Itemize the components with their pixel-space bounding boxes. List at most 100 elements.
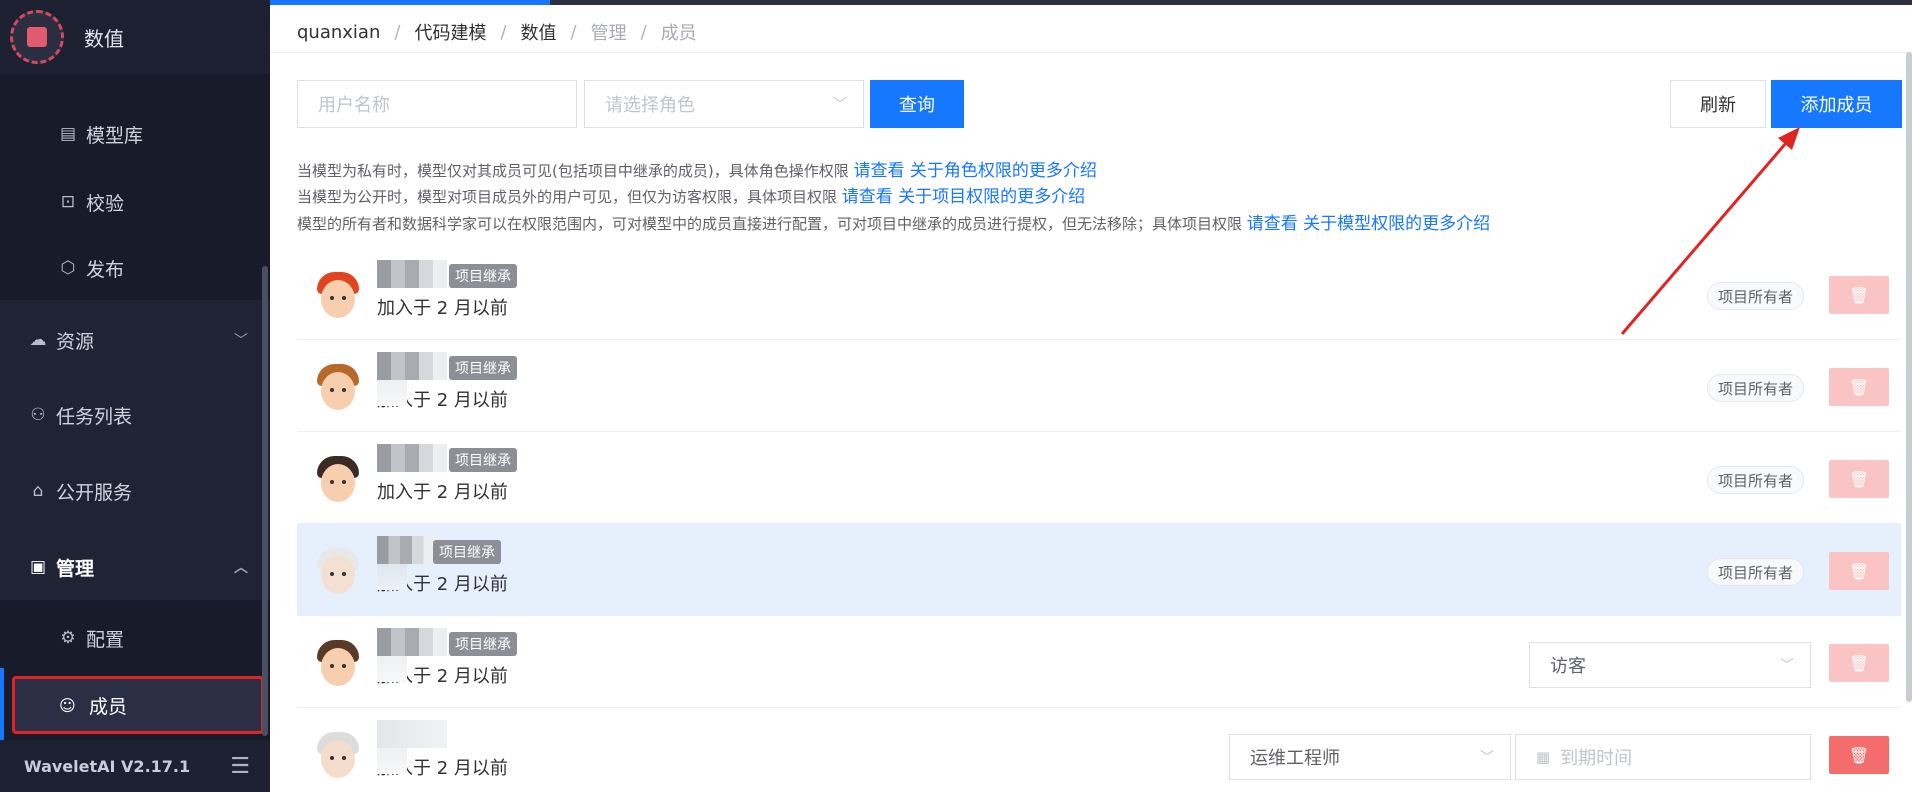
- sidebar-item-label: 成员: [89, 695, 128, 718]
- avatar: [311, 726, 365, 784]
- sidebar-item-resources[interactable]: ☁ 资源 ﹀: [0, 305, 262, 375]
- sidebar-item-public-services[interactable]: ⌂ 公开服务: [0, 456, 262, 526]
- sidebar-scrollbar[interactable]: [262, 266, 268, 736]
- sidebar-item-model-library[interactable]: ▤ 模型库: [0, 104, 262, 164]
- delete-button[interactable]: 🗑: [1829, 368, 1889, 406]
- sidebar-item-label: 公开服务: [56, 481, 133, 504]
- blurred-username: [377, 628, 447, 656]
- sidebar-item-label: 任务列表: [56, 405, 133, 428]
- avatar: [311, 358, 365, 416]
- main-scrollbar[interactable]: [1906, 52, 1912, 702]
- sidebar-item-label: 发布: [86, 258, 125, 281]
- sidebar-item-tasks[interactable]: ⚇ 任务列表: [0, 380, 262, 450]
- chevron-down-icon: ﹀: [1480, 750, 1494, 766]
- inherited-badge: 项目继承: [433, 540, 501, 564]
- top-bar: [270, 0, 1912, 5]
- app-logo: [10, 10, 64, 64]
- notice-text: 当模型为私有时，模型仅对其成员可见(包括项目中继承的成员)，具体角色操作权限: [297, 162, 854, 180]
- role-dropdown-value: 访客: [1550, 656, 1586, 677]
- trash-icon: 🗑: [1848, 469, 1870, 489]
- breadcrumb-item[interactable]: quanxian: [297, 22, 380, 43]
- table-row: 加入于 2 月以前 运维工程师 ﹀ ▦ 到期时间 🗑: [297, 708, 1901, 792]
- project-permission-link[interactable]: 请查看 关于项目权限的更多介绍: [842, 187, 1085, 207]
- breadcrumb-item[interactable]: 数值: [521, 19, 557, 45]
- chevron-down-icon: ﹀: [833, 97, 847, 113]
- trash-icon: 🗑: [1848, 561, 1870, 581]
- role-tag: 项目所有者: [1707, 466, 1805, 494]
- breadcrumb: quanxian / 代码建模 / 数值 / 管理 / 成员: [297, 18, 697, 46]
- inherited-badge: 项目继承: [449, 448, 517, 472]
- blur-overlay: [377, 380, 407, 406]
- breadcrumb-item[interactable]: 代码建模: [414, 19, 486, 45]
- blurred-username: [377, 536, 435, 564]
- delete-button[interactable]: 🗑: [1829, 736, 1889, 774]
- role-dropdown-value: 运维工程师: [1250, 748, 1340, 769]
- sidebar-item-publish[interactable]: ⬡ 发布: [0, 238, 262, 298]
- publish-icon: ⬡: [60, 258, 76, 278]
- gear-icon: ⚙: [60, 628, 76, 648]
- delete-button[interactable]: 🗑: [1829, 644, 1889, 682]
- role-permission-link[interactable]: 请查看 关于角色权限的更多介绍: [853, 161, 1096, 181]
- table-row: 项目继承 加入于 2 月以前 项目所有者 🗑: [297, 340, 1901, 432]
- expiry-date-picker[interactable]: ▦ 到期时间: [1515, 734, 1811, 780]
- check-icon: ⊡: [60, 192, 76, 212]
- blur-overlay: [377, 748, 407, 774]
- sidebar-item-label: 校验: [86, 192, 125, 215]
- notice-text: 模型的所有者和数据科学家可以在权限范围内，可对模型中的成员直接进行配置，可对项目…: [297, 215, 1247, 233]
- role-dropdown[interactable]: 运维工程师 ﹀: [1229, 734, 1511, 780]
- query-button[interactable]: 查询: [870, 80, 964, 128]
- sidebar-item-management[interactable]: ▣ 管理 ︿: [0, 532, 262, 602]
- sidebar-item-check[interactable]: ⊡ 校验: [0, 172, 262, 232]
- username-input[interactable]: 用户名称: [297, 80, 577, 128]
- role-tag: 项目所有者: [1707, 374, 1805, 402]
- notice-owner: 模型的所有者和数据科学家可以在权限范围内，可对模型中的成员直接进行配置，可对项目…: [297, 209, 1490, 234]
- breadcrumb-item: 成员: [660, 23, 697, 44]
- version-label: WaveletAI V2.17.1: [24, 756, 191, 776]
- role-select[interactable]: 请选择角色 ﹀: [584, 80, 864, 128]
- avatar: [311, 634, 365, 692]
- collapse-menu-icon[interactable]: ☰: [230, 754, 250, 779]
- refresh-button[interactable]: 刷新: [1670, 80, 1766, 128]
- model-library-icon: ▤: [59, 124, 77, 144]
- username-placeholder: 用户名称: [318, 95, 390, 116]
- chevron-down-icon: ﹀: [1780, 658, 1794, 674]
- version-footer: WaveletAI V2.17.1 ☰: [0, 740, 270, 792]
- trash-icon: 🗑: [1848, 745, 1870, 765]
- add-member-button[interactable]: 添加成员: [1771, 80, 1902, 128]
- avatar: [311, 542, 365, 600]
- sidebar-header: 数值: [0, 0, 270, 74]
- chevron-down-icon: ﹀: [234, 333, 248, 349]
- notice-public: 当模型为公开时，模型对项目成员外的用户可见，但仅为访客权限，具体项目权限 请查看…: [297, 182, 1085, 207]
- table-row: 项目继承 加入于 2 月以前 项目所有者 🗑: [297, 524, 1901, 616]
- user-icon: ☺: [59, 695, 76, 715]
- delete-button[interactable]: 🗑: [1829, 276, 1889, 314]
- divider: [270, 52, 1912, 53]
- sidebar: 数值 ▤ 模型库 ⊡ 校验 ⬡ 发布 ☁ 资源 ﹀ ⚇ 任务列表 ⌂ 公开服务 …: [0, 0, 270, 792]
- monitor-icon: ▣: [29, 557, 47, 577]
- cloud-icon: ☁: [29, 330, 47, 350]
- blurred-username: [377, 260, 447, 288]
- chevron-up-icon: ︿: [234, 560, 248, 576]
- sidebar-item-config[interactable]: ⚙ 配置: [0, 608, 262, 668]
- loading-progress: [270, 0, 550, 5]
- trash-icon: 🗑: [1848, 377, 1870, 397]
- delete-button[interactable]: 🗑: [1829, 552, 1889, 590]
- table-row: 项目继承 加入于 2 月以前 项目所有者 🗑: [297, 432, 1901, 524]
- role-tag: 项目所有者: [1707, 282, 1805, 310]
- trash-icon: 🗑: [1848, 653, 1870, 673]
- breadcrumb-item: 管理: [590, 23, 627, 44]
- app-title: 数值: [84, 26, 124, 51]
- sidebar-item-members[interactable]: ☺ 成员: [12, 676, 264, 734]
- avatar: [311, 450, 365, 508]
- blurred-username: [377, 444, 447, 472]
- store-icon: ⌂: [32, 481, 44, 501]
- calendar-icon: ▦: [1536, 748, 1551, 766]
- role-dropdown[interactable]: 访客 ﹀: [1529, 642, 1811, 688]
- model-permission-link[interactable]: 请查看 关于模型权限的更多介绍: [1247, 214, 1490, 234]
- expiry-placeholder: 到期时间: [1560, 748, 1633, 769]
- table-row: 项目继承 加入于 2 月以前 项目所有者 🗑: [297, 248, 1901, 340]
- table-row: 项目继承 加入于 2 月以前 访客 ﹀ 🗑: [297, 616, 1901, 708]
- trash-icon: 🗑: [1848, 285, 1870, 305]
- blur-overlay: [377, 656, 407, 682]
- delete-button[interactable]: 🗑: [1829, 460, 1889, 498]
